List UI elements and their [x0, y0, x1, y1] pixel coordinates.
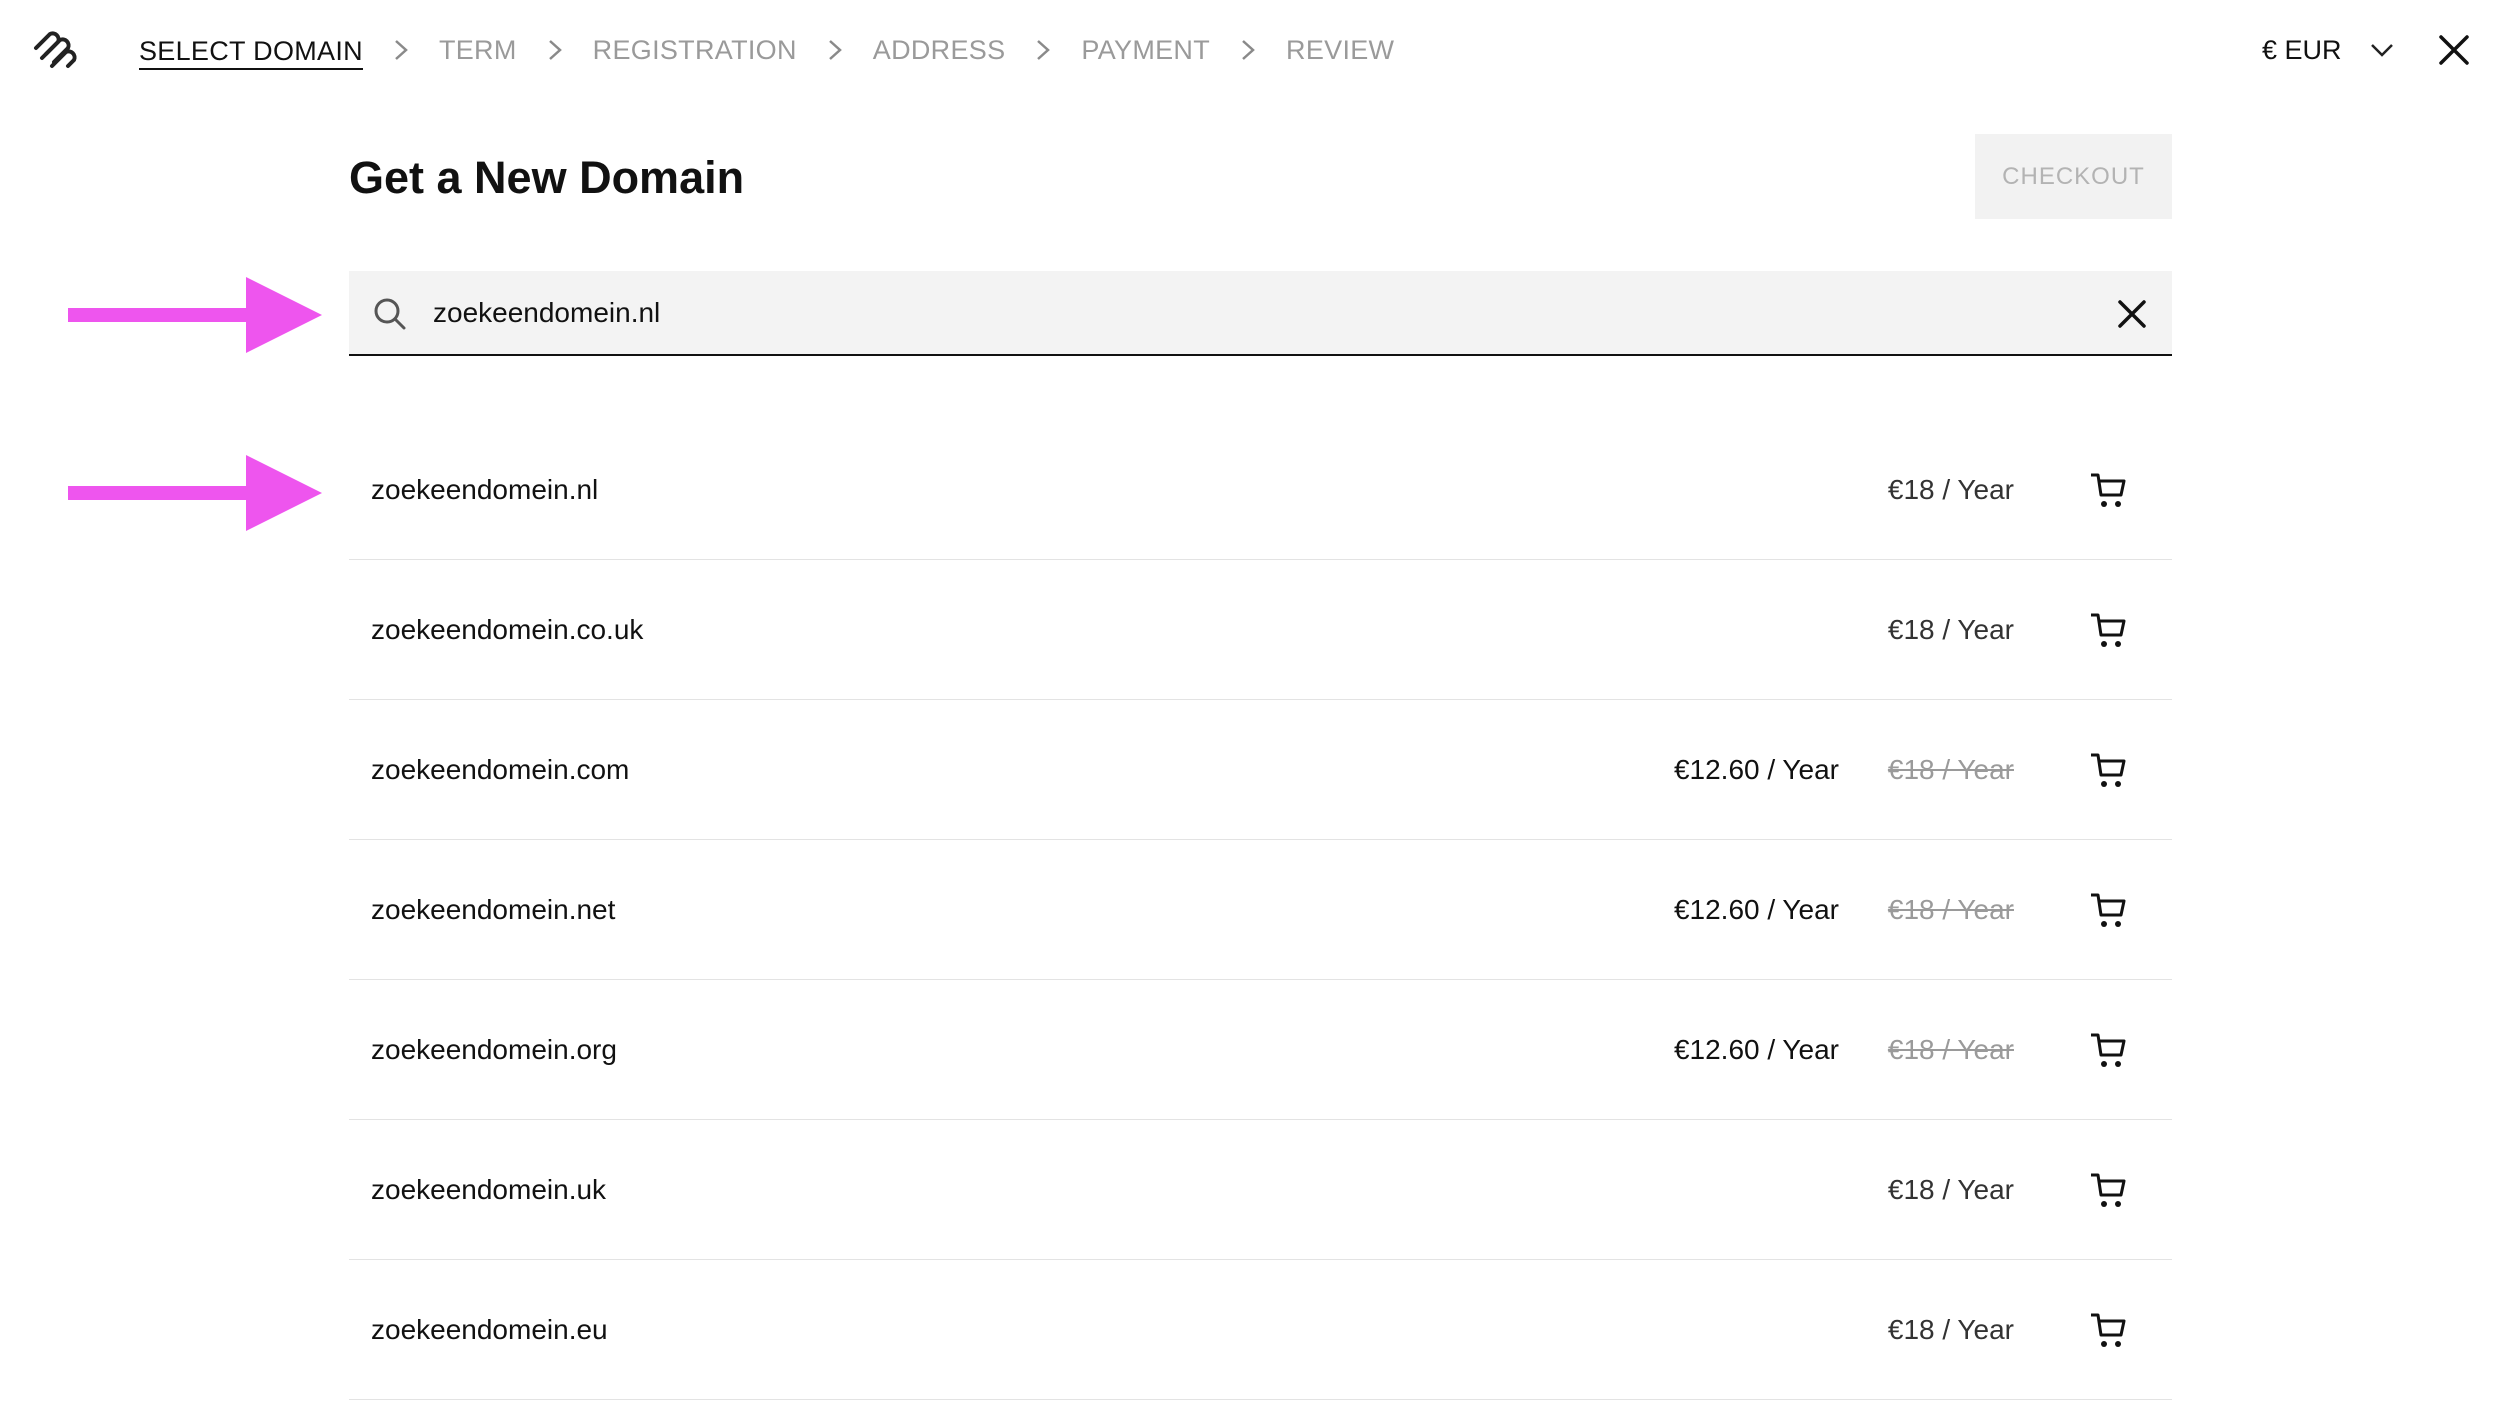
- squarespace-logo-icon[interactable]: [30, 28, 80, 72]
- cart-icon: [2091, 1033, 2126, 1067]
- domain-price: €18 / Year: [1887, 1314, 2014, 1345]
- checkout-button[interactable]: CHECKOUT: [1975, 134, 2172, 219]
- top-bar: SELECT DOMAIN TERM REGISTRATION ADDRESS …: [0, 0, 2500, 100]
- step-review[interactable]: REVIEW: [1286, 30, 1394, 70]
- search-icon: [374, 298, 406, 330]
- step-payment[interactable]: PAYMENT: [1081, 30, 1210, 70]
- add-to-cart-button[interactable]: [2089, 1310, 2129, 1350]
- checkout-steps: SELECT DOMAIN TERM REGISTRATION ADDRESS …: [139, 30, 1394, 70]
- domain-name: zoekeendomein.nl: [371, 474, 599, 505]
- cart-icon: [2091, 893, 2126, 927]
- domain-original-price: €18 / Year: [1887, 754, 2014, 785]
- arrow-right-icon: [68, 455, 322, 531]
- add-to-cart-button[interactable]: [2089, 1030, 2129, 1070]
- domain-result-row[interactable]: zoekeendomein.eu €18 / Year: [349, 1260, 2172, 1400]
- domain-results-list: zoekeendomein.nl €18 / Year zoekeendomei…: [349, 420, 2172, 1400]
- chevron-right-icon: [548, 40, 562, 60]
- domain-original-price: €18 / Year: [1887, 1034, 2014, 1065]
- add-to-cart-button[interactable]: [2089, 890, 2129, 930]
- domain-sale-price: €12.60 / Year: [1673, 894, 1839, 925]
- cart-icon: [2091, 753, 2126, 787]
- chevron-right-icon: [828, 40, 842, 60]
- domain-name: zoekeendomein.eu: [371, 1314, 608, 1345]
- domain-result-row[interactable]: zoekeendomein.nl €18 / Year: [349, 420, 2172, 560]
- domain-result-row[interactable]: zoekeendomein.uk €18 / Year: [349, 1120, 2172, 1260]
- chevron-right-icon: [1037, 40, 1051, 60]
- domain-result-row[interactable]: zoekeendomein.com €12.60 / Year €18 / Ye…: [349, 700, 2172, 840]
- arrow-right-icon: [68, 277, 322, 353]
- domain-name: zoekeendomein.co.uk: [371, 614, 644, 645]
- page-title: Get a New Domain: [349, 152, 745, 203]
- chevron-right-icon: [395, 40, 408, 60]
- cart-icon: [2091, 473, 2126, 507]
- close-icon[interactable]: [2438, 34, 2470, 66]
- cart-icon: [2091, 1173, 2126, 1207]
- step-term[interactable]: TERM: [439, 30, 517, 70]
- domain-sale-price: €12.60 / Year: [1673, 1034, 1839, 1065]
- domain-name: zoekeendomein.uk: [371, 1174, 607, 1205]
- domain-search-input[interactable]: [433, 271, 2083, 354]
- domain-original-price: €18 / Year: [1887, 894, 2014, 925]
- add-to-cart-button[interactable]: [2089, 470, 2129, 510]
- domain-search-bar: [349, 271, 2172, 356]
- step-registration[interactable]: REGISTRATION: [593, 30, 797, 70]
- cart-icon: [2091, 613, 2126, 647]
- domain-price: €18 / Year: [1887, 1174, 2014, 1205]
- domain-checkout-page: SELECT DOMAIN TERM REGISTRATION ADDRESS …: [0, 0, 2500, 1423]
- clear-icon[interactable]: [2117, 299, 2147, 329]
- add-to-cart-button[interactable]: [2089, 610, 2129, 650]
- domain-name: zoekeendomein.org: [371, 1034, 617, 1065]
- step-select-domain[interactable]: SELECT DOMAIN: [139, 34, 363, 70]
- cart-icon: [2091, 1313, 2126, 1347]
- add-to-cart-button[interactable]: [2089, 1170, 2129, 1210]
- chevron-right-icon: [1242, 40, 1255, 60]
- domain-name: zoekeendomein.com: [371, 754, 630, 785]
- chevron-down-icon[interactable]: [2368, 38, 2396, 62]
- currency-selector[interactable]: € EUR: [2262, 30, 2342, 70]
- domain-price: €18 / Year: [1887, 614, 2014, 645]
- add-to-cart-button[interactable]: [2089, 750, 2129, 790]
- domain-sale-price: €12.60 / Year: [1673, 754, 1839, 785]
- domain-price: €18 / Year: [1887, 474, 2014, 505]
- domain-result-row[interactable]: zoekeendomein.net €12.60 / Year €18 / Ye…: [349, 840, 2172, 980]
- domain-result-row[interactable]: zoekeendomein.org €12.60 / Year €18 / Ye…: [349, 980, 2172, 1120]
- domain-name: zoekeendomein.net: [371, 894, 616, 925]
- domain-result-row[interactable]: zoekeendomein.co.uk €18 / Year: [349, 560, 2172, 700]
- step-address[interactable]: ADDRESS: [873, 30, 1006, 70]
